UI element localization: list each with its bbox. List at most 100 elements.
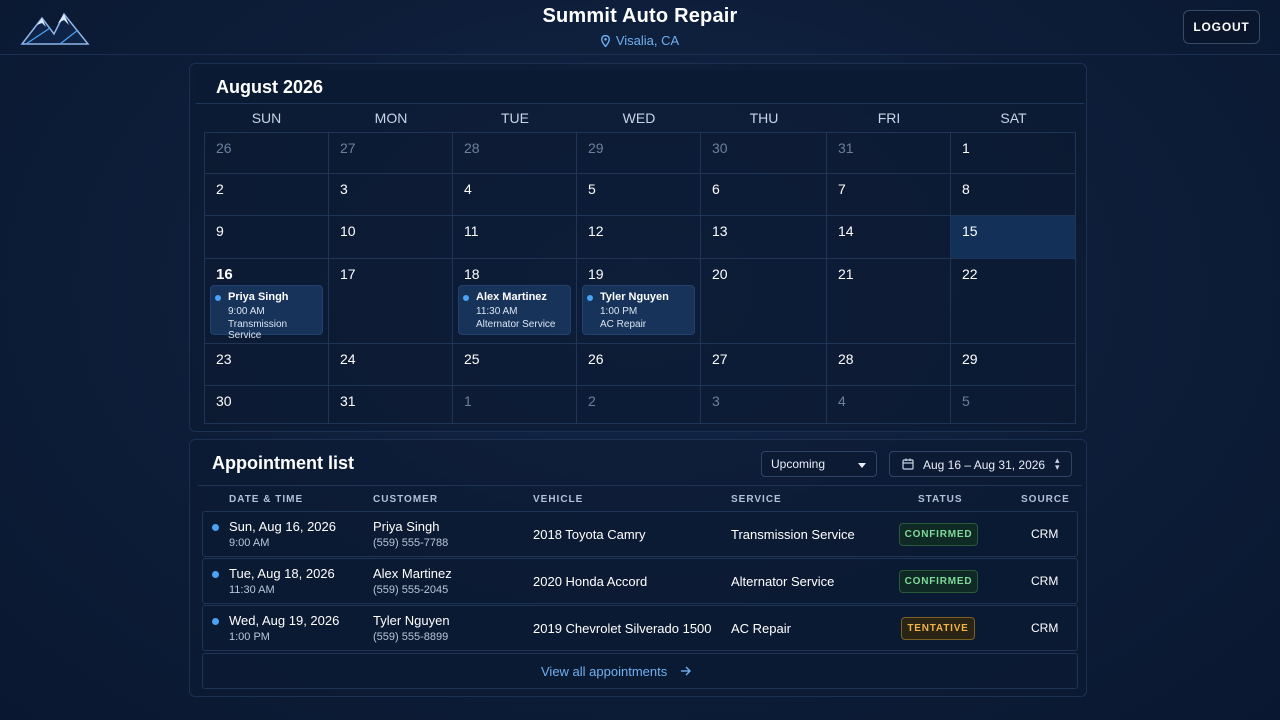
calendar-day-cell[interactable]: 14 [827,216,951,259]
event-customer: Priya Singh [228,291,289,303]
calendar-day-cell[interactable]: 7 [827,174,951,216]
table-row[interactable]: Sun, Aug 16, 2026 9:00 AM Priya Singh (559)… [202,511,1078,557]
calendar-day-cell[interactable]: 27 [701,344,827,386]
table-header-divider [198,485,1082,486]
vehicle: 2019 Chevrolet Silverado 1500 [533,621,712,636]
source: CRM [1031,527,1059,541]
calendar-day-cell[interactable]: 8 [951,174,1076,216]
calendar-day-cell[interactable]: 27 [329,132,453,174]
calendar-day-cell[interactable]: 20 [701,259,827,344]
calendar-day-cell[interactable]: 30 [204,386,329,424]
calendar-day-cell[interactable]: 2 [577,386,701,424]
calendar-day-cell[interactable]: 22 [951,259,1076,344]
filter-value: Upcoming [771,457,826,471]
day-number: 13 [712,223,728,239]
weekday-tue: TUE [501,110,529,126]
day-number: 12 [588,223,604,239]
calendar-event-card[interactable]: Priya Singh 9:00 AM Transmission Service [210,285,323,341]
appointment-time: 9:00 AM [229,537,270,549]
calendar-day-cell[interactable]: 16 Priya Singh 9:00 AM Transmission Service [204,259,329,344]
vehicle: 2018 Toyota Camry [533,527,646,542]
customer-phone: (559) 555-7788 [373,537,449,549]
calendar-day-cell[interactable]: 29 [577,132,701,174]
appointment-date: Sun, Aug 16, 2026 [229,519,336,534]
day-number: 1 [464,393,472,409]
calendar-day-cell[interactable]: 28 [827,344,951,386]
calendar-day-cell[interactable]: 6 [701,174,827,216]
customer-phone: (559) 555-2045 [373,584,449,596]
customer-phone: (559) 555-8899 [373,631,449,643]
service: Transmission Service [731,527,855,542]
day-number: 6 [712,181,720,197]
event-time: 1:00 PM [600,306,638,317]
day-number: 10 [340,223,356,239]
month-title: August 2026 [216,77,324,97]
calendar-day-cell[interactable]: 31 [827,132,951,174]
calendar-day-cell[interactable]: 26 [577,344,701,386]
day-number: 11 [464,223,479,239]
calendar-day-cell[interactable]: 21 [827,259,951,344]
calendar-day-cell[interactable]: 29 [951,344,1076,386]
column-header: DATE & TIME [229,494,304,505]
calendar-event-card[interactable]: Alex Martinez 11:30 AM Alternator Service [458,285,571,335]
day-number: 3 [712,393,720,409]
calendar-day-cell[interactable]: 25 [453,344,577,386]
day-number: 31 [838,140,854,156]
customer-name: Priya Singh [373,519,440,534]
column-header: STATUS [918,494,963,505]
day-number: 29 [962,351,978,367]
calendar-day-cell[interactable]: 30 [701,132,827,174]
calendar-day-cell[interactable]: 5 [951,386,1076,424]
event-time: 9:00 AM [228,306,265,317]
calendar-day-cell[interactable]: 1 [453,386,577,424]
event-time: 11:30 AM [476,306,518,317]
calendar-day-cell[interactable]: 17 [329,259,453,344]
calendar-day-cell[interactable]: 4 [827,386,951,424]
event-dot [587,295,593,301]
day-number: 17 [340,266,356,282]
weekday-fri: FRI [877,110,901,126]
arrow-right-icon[interactable] [680,665,692,677]
calendar-event-card[interactable]: Tyler Nguyen 1:00 PM AC Repair [582,285,695,335]
table-row[interactable]: Wed, Aug 19, 2026 1:00 PM Tyler Nguyen (559… [202,605,1078,651]
day-number: 18 [464,266,480,282]
view-all-row: View all appointments [202,653,1078,689]
status-dot [212,571,219,578]
calendar-day-cell[interactable]: 19 Tyler Nguyen 1:00 PM AC Repair [577,259,701,344]
logout-button[interactable]: LOGOUT [1183,10,1260,44]
calendar-day-cell[interactable]: 28 [453,132,577,174]
calendar-day-cell[interactable]: 10 [329,216,453,259]
calendar-day-cell[interactable]: 12 [577,216,701,259]
day-number: 1 [962,140,970,156]
calendar-day-cell[interactable]: 24 [329,344,453,386]
calendar-day-cell[interactable]: 13 [701,216,827,259]
calendar-day-cell[interactable]: 11 [453,216,577,259]
calendar-day-cell[interactable]: 9 [204,216,329,259]
day-number: 27 [340,140,356,156]
weekday-thu: THU [749,110,779,126]
calendar-day-cell[interactable]: 15 [951,216,1076,259]
calendar-day-cell[interactable]: 3 [701,386,827,424]
source: CRM [1031,621,1059,635]
calendar-day-cell[interactable]: 5 [577,174,701,216]
day-number: 16 [216,266,233,283]
day-number: 19 [588,266,604,282]
calendar-day-cell[interactable]: 18 Alex Martinez 11:30 AM Alternator Servic… [453,259,577,344]
calendar-day-cell[interactable]: 31 [329,386,453,424]
day-number: 27 [712,351,728,367]
calendar-day-cell[interactable]: 2 [204,174,329,216]
calendar-day-cell[interactable]: 26 [204,132,329,174]
view-all-link[interactable]: View all appointments [541,664,667,679]
calendar-day-cell[interactable]: 1 [951,132,1076,174]
day-number: 15 [962,223,978,239]
calendar-day-cell[interactable]: 23 [204,344,329,386]
table-row[interactable]: Tue, Aug 18, 2026 11:30 AM Alex Martinez (5… [202,558,1078,604]
day-number: 31 [340,393,356,409]
calendar-day-cell[interactable]: 4 [453,174,577,216]
date-range-picker[interactable]: Aug 16 – Aug 31, 2026 ▴ ▾ [889,451,1072,477]
calendar-day-cell[interactable]: 3 [329,174,453,216]
stepper-icon: ▴ ▾ [1055,455,1060,472]
status-filter-select[interactable]: Upcoming [761,451,877,477]
column-header: SOURCE [1021,494,1070,505]
chevron-down-icon [858,463,866,468]
